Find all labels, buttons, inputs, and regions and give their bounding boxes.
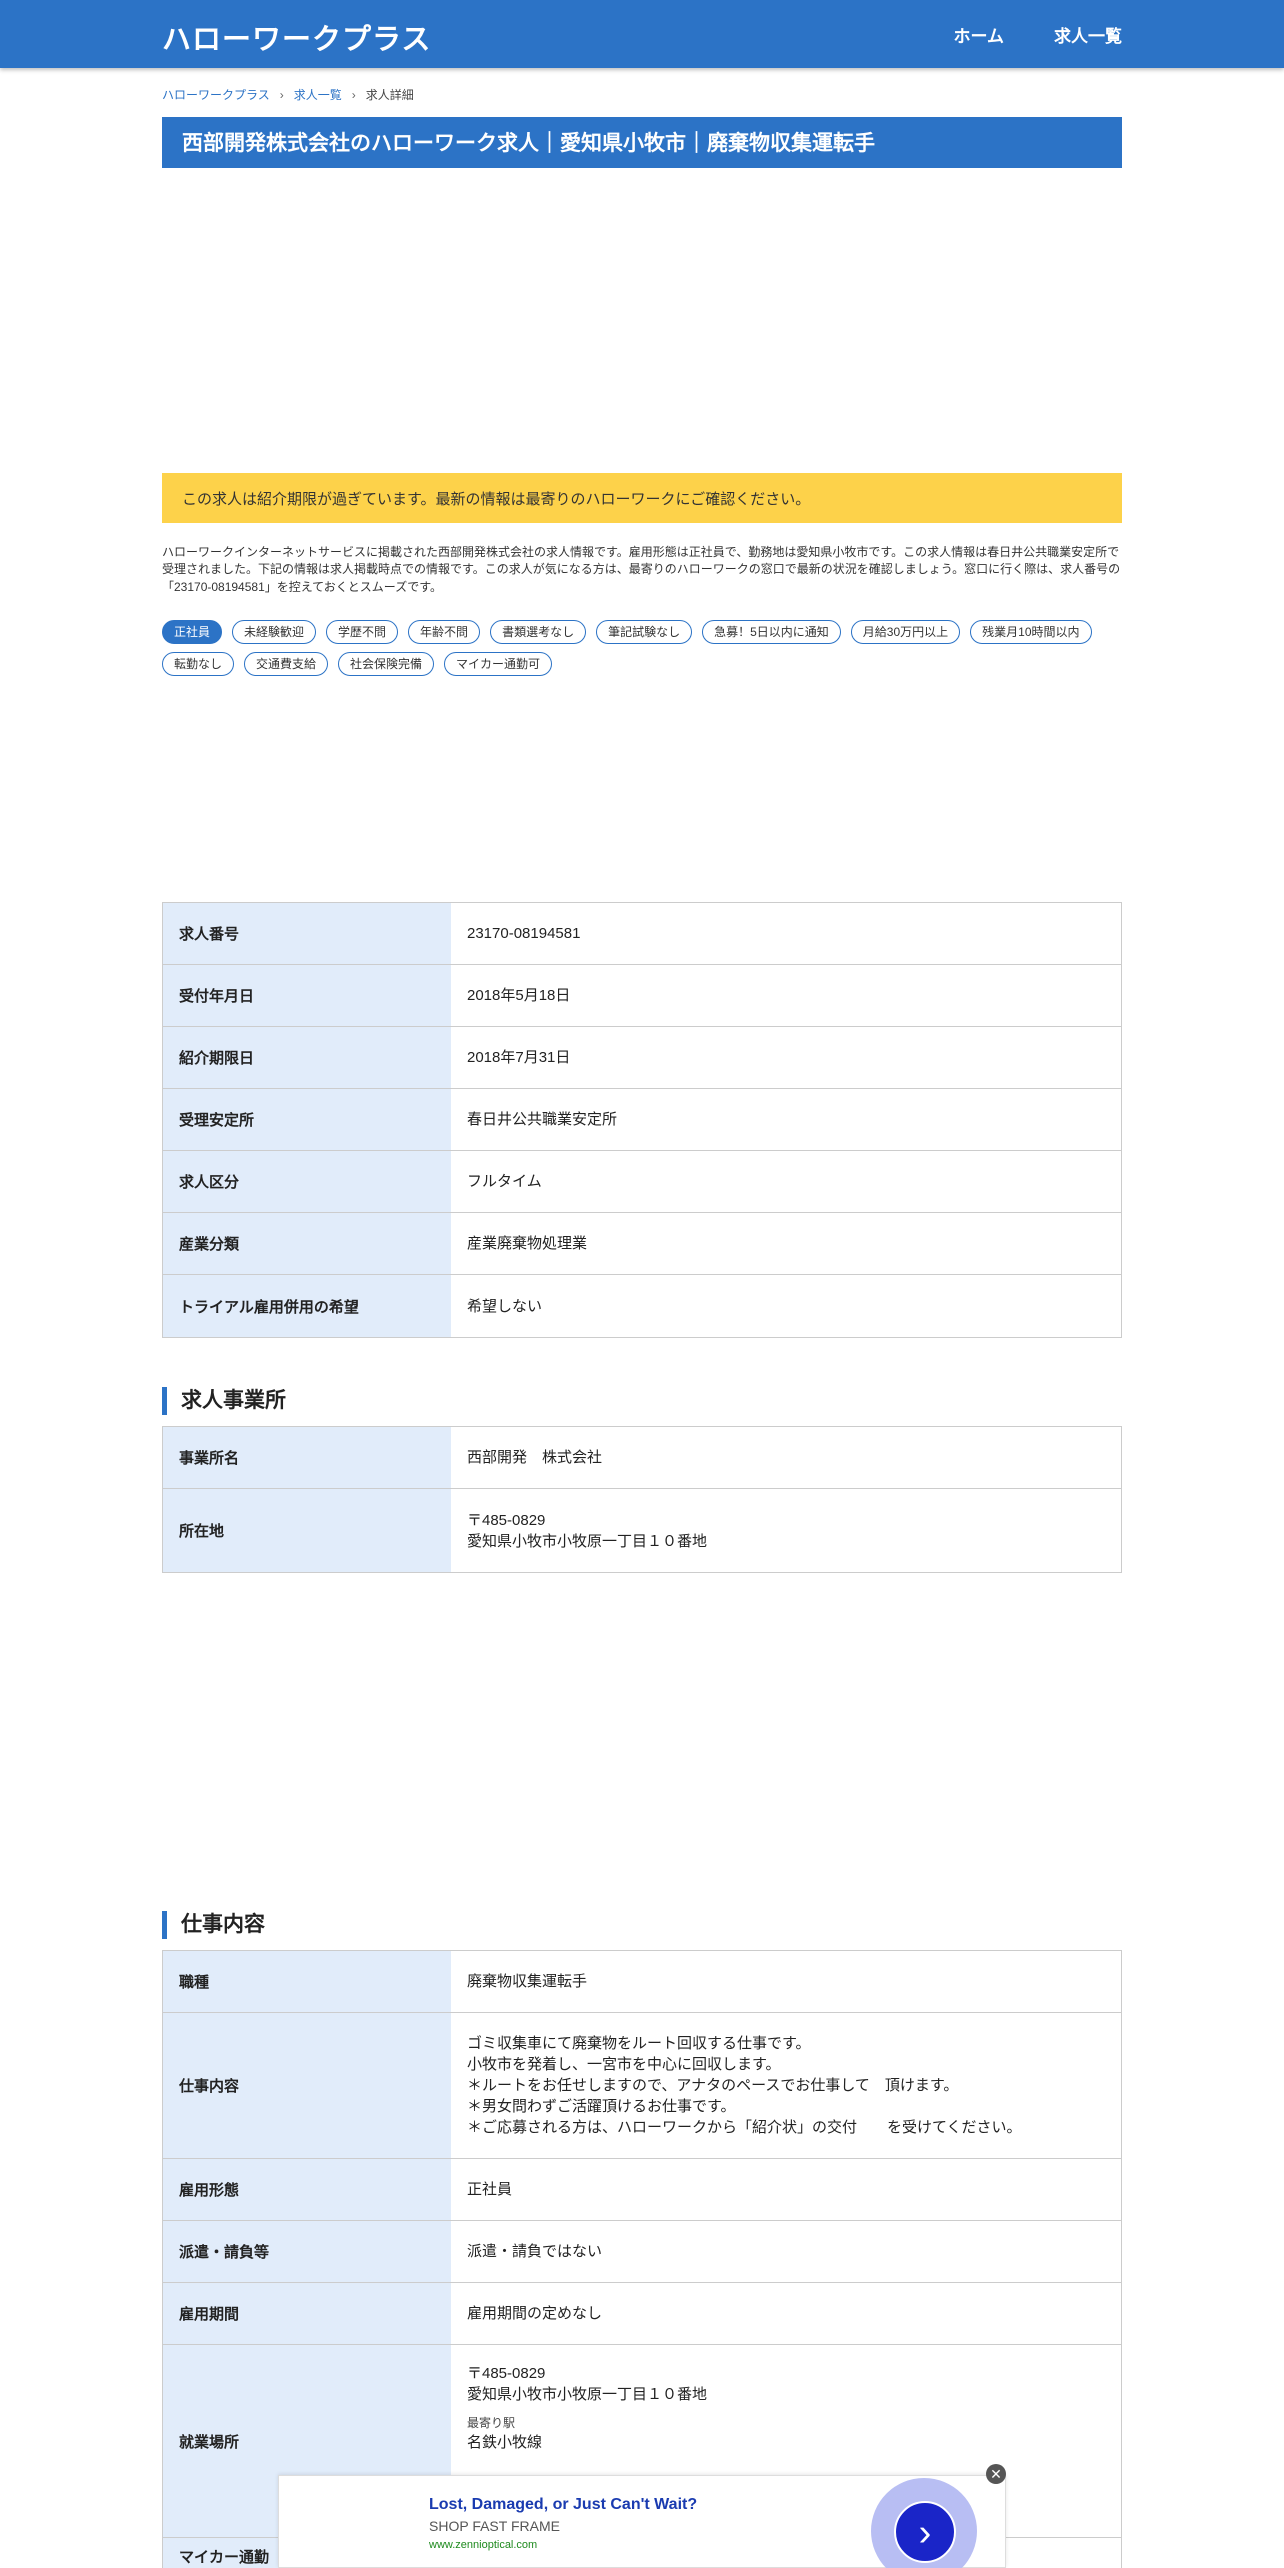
tag-item: 残業月10時間以内 (970, 620, 1092, 644)
row-value: 2018年7月31日 (451, 1027, 1121, 1088)
nav-home-link[interactable]: ホーム (954, 22, 1005, 47)
address: 愛知県小牧市小牧原一丁目１０番地 (467, 1532, 708, 1550)
tag-item: 未経験歓迎 (232, 620, 317, 644)
ad-title[interactable]: Lost, Damaged, or Just Can't Wait? (429, 2496, 697, 2514)
table-row: 派遣・請負等 派遣・請負ではない (163, 2221, 1121, 2283)
postal-code: 〒485-0829 (467, 2365, 546, 2382)
row-label: 所在地 (163, 1489, 451, 1572)
row-value: 廃棄物収集運転手 (451, 1951, 1121, 2012)
tag-item: 社会保険完備 (338, 652, 435, 676)
table-row: 職種 廃棄物収集運転手 (163, 1951, 1121, 2013)
close-icon[interactable]: ✕ (986, 2464, 1006, 2484)
row-label: 求人区分 (163, 1151, 451, 1212)
row-label: 受付年月日 (163, 965, 451, 1026)
row-label: 受理安定所 (163, 1089, 451, 1150)
address: 愛知県小牧市小牧原一丁目１０番地 (467, 2386, 708, 2403)
table-row: 雇用形態 正社員 (163, 2159, 1121, 2221)
table-row: 所在地 〒485-0829 愛知県小牧市小牧原一丁目１０番地 (163, 1489, 1121, 1572)
row-value: 希望しない (451, 1275, 1121, 1337)
row-label: 仕事内容 (163, 2013, 451, 2158)
row-label: 雇用形態 (163, 2159, 451, 2220)
row-label: トライアル雇用併用の希望 (163, 1275, 451, 1337)
row-label: 雇用期間 (163, 2283, 451, 2344)
row-value: 〒485-0829 愛知県小牧市小牧原一丁目１０番地 (451, 1489, 1121, 1572)
tag-item: 交通費支給 (244, 652, 329, 676)
work-section-heading: 仕事内容 (162, 1911, 1122, 1939)
table-row: 事業所名 西部開発 株式会社 (163, 1427, 1121, 1489)
job-desc-line: ＊男女問わずご活躍頂けるお仕事です。 (467, 2098, 736, 2115)
office-section-heading: 求人事業所 (162, 1387, 1122, 1415)
row-label: 紹介期限日 (163, 1027, 451, 1088)
expired-notice: この求人は紹介期限が過ぎています。最新の情報は最寄りのハローワークにご確認くださ… (162, 473, 1122, 523)
table-row: トライアル雇用併用の希望 希望しない (163, 1275, 1121, 1337)
job-desc-line: ゴミ収集車にて廃棄物をルート回収する仕事です。 (467, 2035, 811, 2052)
table-row: 雇用期間 雇用期間の定めなし (163, 2283, 1121, 2345)
row-value: 2018年5月18日 (451, 965, 1121, 1026)
row-value: 春日井公共職業安定所 (451, 1089, 1121, 1150)
site-logo[interactable]: ハローワークプラス (162, 16, 431, 58)
row-label: 事業所名 (163, 1427, 451, 1488)
site-header: ハローワークプラス ホーム 求人一覧 (0, 0, 1284, 68)
table-row: 仕事内容 ゴミ収集車にて廃棄物をルート回収する仕事です。 小牧市を発着し、一宮市… (163, 2013, 1121, 2159)
breadcrumb: ハローワークプラス › 求人一覧 › 求人詳細 (162, 86, 414, 103)
row-label: 職種 (163, 1951, 451, 2012)
row-label: 求人番号 (163, 903, 451, 964)
tag-item: 書類選考なし (490, 620, 587, 644)
intro-text: ハローワークインターネットサービスに掲載された西部開発株式会社の求人情報です。雇… (162, 545, 1121, 594)
breadcrumb-current: 求人詳細 (365, 88, 414, 102)
basic-info-table: 求人番号 23170-08194581 受付年月日 2018年5月18日 紹介期… (162, 902, 1122, 1338)
table-row: 受付年月日 2018年5月18日 (163, 965, 1121, 1027)
tag-item: 正社員 (162, 620, 223, 644)
table-row: 求人区分 フルタイム (163, 1151, 1121, 1213)
row-value: 西部開発 株式会社 (451, 1427, 1121, 1488)
row-value: 正社員 (451, 2159, 1121, 2220)
row-value: 産業廃棄物処理業 (451, 1213, 1121, 1274)
station-label: 最寄り駅 (467, 2416, 516, 2430)
row-value: 23170-08194581 (451, 903, 1121, 964)
chevron-right-icon: › (351, 87, 356, 102)
chevron-right-icon[interactable]: › (894, 2501, 956, 2563)
row-value: フルタイム (451, 1151, 1121, 1212)
main-nav: ホーム 求人一覧 (954, 22, 1123, 47)
tag-item: 転勤なし (162, 652, 235, 676)
row-label: 産業分類 (163, 1213, 451, 1274)
job-desc-line: ＊ルートをお任せしますので、アナタのペースでお仕事して 頂けます。 (467, 2077, 959, 2094)
row-value: 派遣・請負ではない (451, 2221, 1121, 2282)
tag-item: 学歴不問 (326, 620, 399, 644)
tag-item: 筆記試験なし (596, 620, 693, 644)
page-title-bar: 西部開発株式会社のハローワーク求人｜愛知県小牧市｜廃棄物収集運転手 (162, 117, 1122, 168)
table-row: 紹介期限日 2018年7月31日 (163, 1027, 1121, 1089)
chevron-right-icon: › (279, 87, 284, 102)
table-row: 産業分類 産業廃棄物処理業 (163, 1213, 1121, 1275)
job-desc-line: 小牧市を発着し、一宮市を中心に回収します。 (467, 2056, 781, 2073)
ad-subtitle: SHOP FAST FRAME (429, 2518, 560, 2534)
tag-item: 急募！5日以内に通知 (702, 620, 841, 644)
table-row: 求人番号 23170-08194581 (163, 903, 1121, 965)
tag-item: 月給30万円以上 (850, 620, 961, 644)
feature-tags: 正社員 未経験歓迎 学歴不問 年齢不問 書類選考なし 筆記試験なし 急募！5日以… (162, 620, 1122, 676)
tag-item: マイカー通勤可 (444, 652, 553, 676)
page-title: 西部開発株式会社のハローワーク求人｜愛知県小牧市｜廃棄物収集運転手 (182, 132, 875, 155)
breadcrumb-home-link[interactable]: ハローワークプラス (162, 86, 270, 103)
ad-url[interactable]: www.zennioptical.com (429, 2539, 537, 2551)
row-label: 派遣・請負等 (163, 2221, 451, 2282)
table-row: 受理安定所 春日井公共職業安定所 (163, 1089, 1121, 1151)
breadcrumb-list-link[interactable]: 求人一覧 (294, 86, 342, 103)
job-desc-line: ＊ご応募される方は、ハローワークから「紹介状」の交付 を受けてください。 (467, 2119, 1022, 2136)
advertisement-banner[interactable]: Lost, Damaged, or Just Can't Wait? SHOP … (278, 2475, 1006, 2568)
row-value: ゴミ収集車にて廃棄物をルート回収する仕事です。 小牧市を発着し、一宮市を中心に回… (451, 2013, 1121, 2158)
row-value: 雇用期間の定めなし (451, 2283, 1121, 2344)
office-table: 事業所名 西部開発 株式会社 所在地 〒485-0829 愛知県小牧市小牧原一丁… (162, 1426, 1122, 1573)
nearest-station: 名鉄小牧線 (467, 2433, 543, 2451)
tag-item: 年齢不問 (408, 620, 481, 644)
nav-job-list-link[interactable]: 求人一覧 (1054, 22, 1122, 47)
postal-code: 〒485-0829 (467, 1511, 546, 1529)
